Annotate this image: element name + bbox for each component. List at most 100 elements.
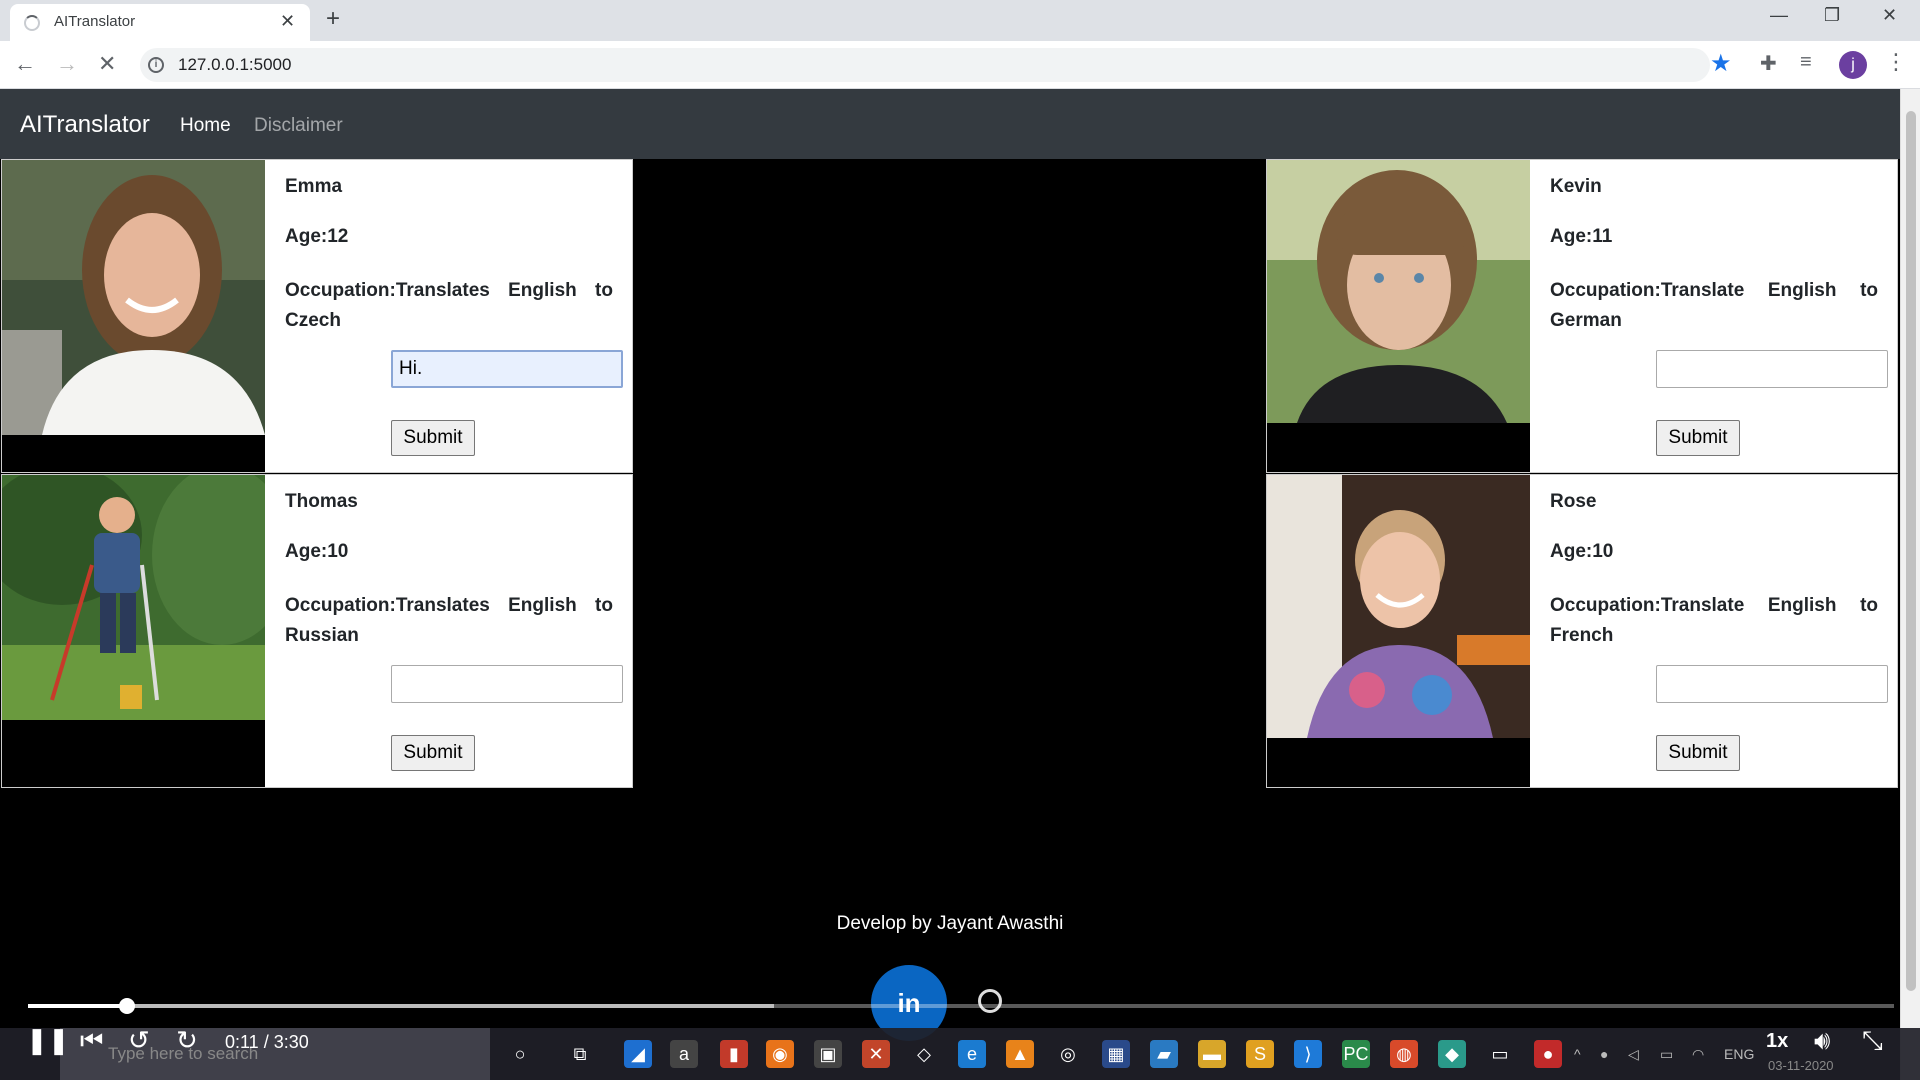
nav-home-link[interactable]: Home — [180, 115, 231, 137]
github-icon[interactable] — [978, 989, 1002, 1013]
extensions-icon[interactable]: ✚ — [1760, 51, 1777, 76]
submit-button-emma[interactable]: Submit — [391, 420, 475, 456]
restore-icon[interactable]: ❐ — [1824, 5, 1840, 26]
taskbar-app-icon[interactable]: ▮ — [720, 1040, 748, 1068]
emma-photo — [2, 160, 265, 472]
emma-image — [2, 160, 265, 435]
submit-button-rose[interactable]: Submit — [1656, 735, 1740, 771]
loading-spinner-icon — [24, 15, 40, 31]
taskbar-app-icon[interactable]: ● — [1534, 1040, 1562, 1068]
url-text[interactable]: 127.0.0.1:5000 — [178, 55, 291, 75]
footer-credit: Develop by Jayant Awasthi — [836, 913, 1064, 934]
translate-input-emma[interactable] — [391, 350, 623, 388]
card-name: Emma — [285, 176, 343, 197]
browser-menu-icon[interactable]: ⋮ — [1885, 49, 1907, 75]
rose-photo — [1267, 475, 1530, 787]
taskbar-date[interactable]: 03-11-2020 — [1768, 1058, 1834, 1073]
previous-icon[interactable]: ⏮ — [80, 1025, 103, 1057]
translate-input-thomas[interactable] — [391, 665, 623, 703]
stop-loading-icon[interactable]: ✕ — [98, 51, 116, 77]
media-control-icon[interactable]: ≡ — [1800, 51, 1812, 74]
file-explorer-icon[interactable]: ▬ — [1198, 1040, 1226, 1068]
nav-disclaimer-link[interactable]: Disclaimer — [254, 115, 343, 137]
taskbar-app-icon[interactable]: ◇ — [910, 1040, 938, 1068]
close-window-icon[interactable]: ✕ — [1882, 5, 1897, 26]
site-brand[interactable]: AITranslator — [20, 111, 150, 139]
rewind-10-icon[interactable]: ↺ — [128, 1025, 150, 1056]
taskbar-app-icon[interactable]: ▰ — [1150, 1040, 1178, 1068]
translator-card-emma: Emma Age:12 Occupation:Translates Englis… — [1, 159, 633, 473]
video-time: 0:11 / 3:30 — [225, 1032, 309, 1052]
omnibox[interactable] — [140, 48, 1710, 82]
pause-icon[interactable]: ❚❚ — [26, 1025, 70, 1056]
task-view-icon[interactable]: ⧉ — [566, 1040, 594, 1068]
close-tab-icon[interactable]: ✕ — [280, 11, 295, 32]
volume-tray-icon[interactable]: ◁ — [1628, 1046, 1639, 1063]
chrome-icon[interactable]: ◍ — [1390, 1040, 1418, 1068]
submit-button-thomas[interactable]: Submit — [391, 735, 475, 771]
bookmark-star-icon[interactable]: ★ — [1710, 49, 1732, 78]
card-age: Age:12 — [285, 226, 349, 247]
taskbar-app-icon[interactable]: ◎ — [1054, 1040, 1082, 1068]
forward-10-icon[interactable]: ↻ — [176, 1025, 198, 1056]
card-occupation: Occupation:Translate English to German — [1550, 280, 1878, 331]
store-icon[interactable]: ▣ — [814, 1040, 842, 1068]
site-info-icon[interactable]: i — [148, 57, 164, 73]
page-content: AITranslator Home Disclaimer Emma Age:12… — [0, 89, 1900, 1080]
translator-card-kevin: Kevin Age:11 Occupation:Translate Englis… — [1266, 159, 1898, 473]
page-scrollbar[interactable] — [1900, 89, 1920, 1080]
taskbar-app-icon[interactable]: ◆ — [1438, 1040, 1466, 1068]
video-progress-bar[interactable] — [28, 998, 1894, 1014]
card-age: Age:11 — [1550, 226, 1613, 247]
profile-avatar[interactable]: j — [1839, 51, 1867, 79]
browser-tab[interactable]: AITranslator ✕ — [10, 4, 310, 41]
cortana-icon[interactable]: ○ — [506, 1040, 534, 1068]
vscode-icon[interactable]: ⟩ — [1294, 1040, 1322, 1068]
tray-chevron-icon[interactable]: ^ — [1574, 1046, 1581, 1062]
back-icon[interactable]: ← — [14, 51, 36, 77]
playback-speed[interactable]: 1x — [1766, 1030, 1788, 1053]
language-indicator[interactable]: ENG — [1724, 1046, 1754, 1062]
rose-image — [1267, 475, 1530, 738]
wifi-icon[interactable]: ◠ — [1692, 1046, 1704, 1063]
sublime-icon[interactable]: S — [1246, 1040, 1274, 1068]
tab-title: AITranslator — [54, 13, 136, 30]
translate-input-kevin[interactable] — [1656, 350, 1888, 388]
exit-fullscreen-icon[interactable]: ⤡ — [1862, 1025, 1883, 1057]
forward-icon[interactable]: → — [56, 51, 78, 77]
vlc-icon[interactable]: ▲ — [1006, 1040, 1034, 1068]
card-name: Rose — [1550, 491, 1597, 512]
firefox-icon[interactable]: ◉ — [766, 1040, 794, 1068]
taskbar-app-icon[interactable]: ◢ — [624, 1040, 652, 1068]
card-name: Thomas — [285, 491, 358, 512]
battery-icon[interactable]: ▭ — [1660, 1046, 1673, 1063]
minimize-icon[interactable]: — — [1770, 5, 1788, 26]
taskbar-app-icon[interactable]: ▦ — [1102, 1040, 1130, 1068]
address-bar: ← → ✕ i 127.0.0.1:5000 ★ ✚ ≡ j ⋮ — [0, 41, 1920, 89]
card-occupation: Occupation:Translates English to Russian — [285, 595, 613, 646]
pycharm-icon[interactable]: PC — [1342, 1040, 1370, 1068]
card-name: Kevin — [1550, 176, 1602, 197]
video-progress-fill — [28, 1004, 127, 1008]
card-age: Age:10 — [285, 541, 349, 562]
card-occupation: Occupation:Translates English to Czech — [285, 280, 613, 331]
video-buffer-bar — [28, 1004, 775, 1008]
thomas-image — [2, 475, 265, 720]
browser-tab-bar: AITranslator ✕ + — ❐ ✕ — [0, 0, 1920, 41]
translator-card-thomas: Thomas Age:10 Occupation:Translates Engl… — [1, 474, 633, 788]
edge-icon[interactable]: e — [958, 1040, 986, 1068]
card-occupation: Occupation:Translate English to French — [1550, 595, 1878, 646]
submit-button-kevin[interactable]: Submit — [1656, 420, 1740, 456]
taskbar-app-icon[interactable]: ▭ — [1486, 1040, 1514, 1068]
volume-icon[interactable]: 🔊︎ — [1814, 1025, 1830, 1057]
amazon-icon[interactable]: a — [670, 1040, 698, 1068]
scrollbar-thumb[interactable] — [1906, 111, 1916, 991]
xampp-icon[interactable]: ✕ — [862, 1040, 890, 1068]
tray-app-icon[interactable]: ● — [1600, 1046, 1608, 1062]
video-progress-knob[interactable] — [118, 998, 135, 1014]
kevin-image — [1267, 160, 1530, 423]
translator-card-rose: Rose Age:10 Occupation:Translate English… — [1266, 474, 1898, 788]
thomas-photo — [2, 475, 265, 787]
translate-input-rose[interactable] — [1656, 665, 1888, 703]
new-tab-button[interactable]: + — [326, 5, 340, 33]
